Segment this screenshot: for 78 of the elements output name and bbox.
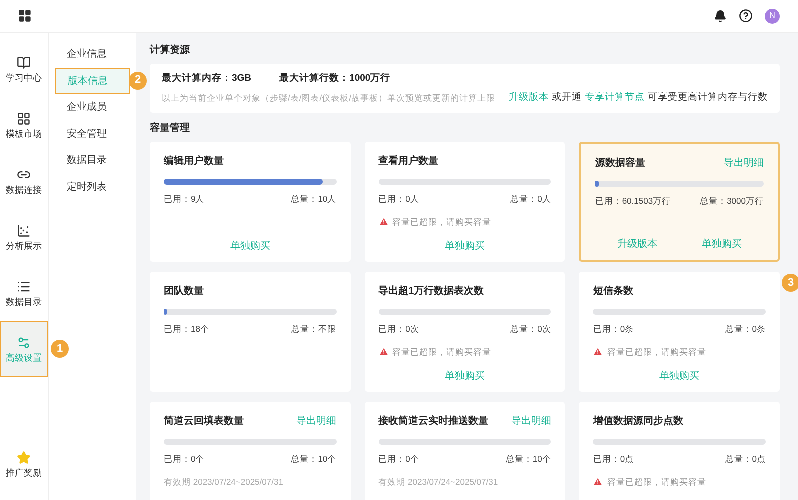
purchase-link[interactable]: 单独购买: [702, 237, 742, 252]
purchase-link[interactable]: 升级版本: [617, 237, 658, 252]
card-title: 源数据容量: [595, 156, 646, 171]
warning-text: 容量已超限，请购买容量: [607, 476, 706, 488]
total-amount: 总量：0人: [510, 193, 552, 206]
used-amount: 已用：18个: [164, 323, 210, 336]
used-amount: 已用：0次: [378, 323, 420, 336]
used-amount: 已用：0点: [593, 453, 634, 466]
upgrade-hint: 可享受更高计算内存与行数: [648, 90, 768, 105]
card-title: 接收简道云实时推送数量: [378, 414, 489, 429]
total-amount: 总量：10人: [291, 193, 337, 206]
nav-item[interactable]: 数据连接: [0, 153, 48, 209]
purchase-link[interactable]: 单独购买: [660, 369, 700, 384]
used-amount: 已用：0人: [378, 193, 420, 206]
export-link[interactable]: 导出明细: [724, 156, 764, 171]
total-amount: 总量：3000万行: [700, 195, 764, 208]
export-link[interactable]: 导出明细: [511, 414, 552, 429]
section-title: 容量管理: [150, 121, 191, 136]
memory-limit: 最大计算内存：3GB: [162, 72, 252, 86]
total-amount: 总量：不限: [292, 323, 337, 336]
warning-icon: [378, 347, 389, 358]
total-amount: 总量：0条: [725, 323, 766, 336]
chart-icon: [17, 224, 31, 238]
nav-item[interactable]: 模板市场: [0, 97, 48, 153]
nav-item[interactable]: 学习中心: [0, 41, 48, 97]
total-amount: 总量：10个: [506, 453, 552, 466]
total-amount: 总量：10个: [291, 453, 337, 466]
sub-nav-item[interactable]: 安全管理: [55, 121, 130, 147]
help-icon[interactable]: [739, 9, 753, 23]
used-amount: 已用：60.1503万行: [595, 195, 672, 208]
validity-text: 有效期 2023/07/24~2025/07/31: [378, 476, 500, 488]
compute-node-link[interactable]: 专享计算节点: [585, 90, 645, 105]
used-amount: 已用：0条: [593, 323, 634, 336]
grid-icon: [17, 112, 31, 126]
warning-text: 容量已超限，请购买容量: [607, 346, 706, 358]
upgrade-link[interactable]: 升级版本: [509, 90, 549, 105]
sub-nav-item[interactable]: 数据目录: [55, 148, 130, 174]
section-title: 计算资源: [150, 44, 191, 58]
row-limit: 最大计算行数：1000万行: [280, 72, 391, 86]
sub-nav-item[interactable]: 企业成员: [55, 94, 130, 120]
warning-icon: [378, 217, 389, 228]
total-amount: 总量：0次: [510, 323, 552, 336]
used-amount: 已用：0个: [164, 453, 205, 466]
card-title: 增值数据源同步点数: [593, 414, 684, 429]
warning-icon: [593, 477, 604, 488]
annotation-badge: 3: [782, 274, 798, 292]
purchase-link[interactable]: 单独购买: [230, 239, 270, 254]
nav-item[interactable]: 高级设置: [0, 321, 48, 377]
sub-nav-item[interactable]: 企业信息: [55, 42, 130, 68]
list-icon: [17, 280, 31, 294]
notification-icon[interactable]: [714, 10, 727, 22]
total-amount: 总量：0点: [725, 453, 766, 466]
sub-nav-item[interactable]: 定时列表: [55, 174, 130, 200]
purchase-link[interactable]: 单独购买: [444, 239, 485, 254]
used-amount: 已用：9人: [164, 193, 205, 206]
card-title: 查看用户数量: [378, 154, 439, 169]
purchase-link[interactable]: 单独购买: [444, 369, 485, 384]
limit-note: 以上为当前企业单个对象（步骤/表/图表/仪表板/故事板）单次预览或更新的计算上限: [162, 92, 496, 105]
book-icon: [17, 56, 31, 70]
warning-text: 容量已超限，请购买容量: [392, 216, 492, 228]
sub-nav-item[interactable]: 版本信息: [55, 68, 130, 94]
card-title: 导出超1万行数据表次数: [378, 284, 484, 299]
card-title: 编辑用户数量: [164, 154, 224, 169]
validity-text: 有效期 2023/07/24~2025/07/31: [164, 476, 284, 488]
card-title: 团队数量: [164, 284, 204, 299]
star-icon: [17, 450, 31, 464]
user-avatar[interactable]: N: [765, 8, 780, 24]
card-title: 简道云回填表数量: [164, 414, 244, 429]
nav-item[interactable]: 数据目录: [0, 265, 48, 321]
used-amount: 已用：0个: [378, 453, 420, 466]
export-link[interactable]: 导出明细: [296, 414, 337, 429]
nav-item[interactable]: 分析展示: [0, 209, 48, 265]
warning-text: 容量已超限，请购买容量: [392, 346, 492, 358]
warning-icon: [593, 347, 604, 358]
card-title: 短信条数: [593, 284, 634, 299]
nav-item[interactable]: 推广奖励: [0, 436, 48, 492]
or-text: 或开通: [552, 90, 582, 105]
app-logo-icon[interactable]: [18, 9, 32, 23]
